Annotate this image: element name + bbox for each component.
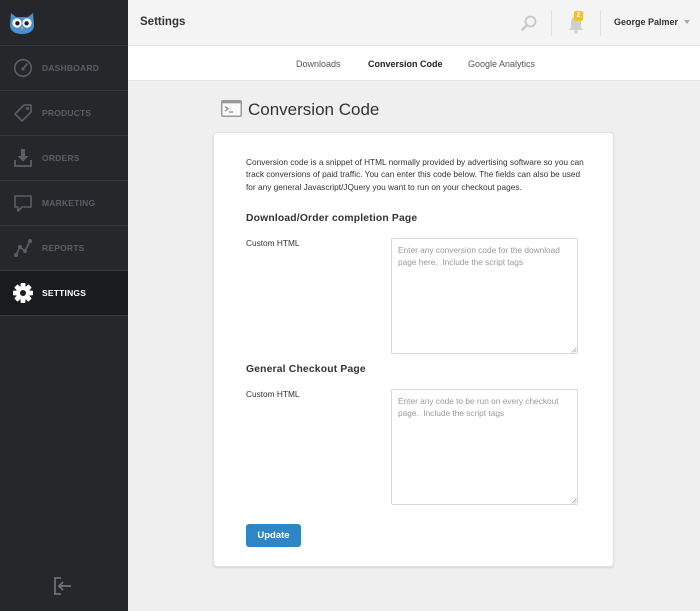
notification-badge: 2 <box>574 11 583 21</box>
tab-google-analytics[interactable]: Google Analytics <box>468 59 535 69</box>
sidebar-item-label: ORDERS <box>42 153 80 163</box>
sidebar-item-label: DASHBOARD <box>42 63 100 73</box>
user-menu[interactable]: George Palmer <box>614 17 691 27</box>
checkout-field-label: Custom HTML <box>246 389 300 399</box>
download-section-heading: Download/Order completion Page <box>246 213 418 224</box>
download-tray-icon <box>12 147 34 169</box>
logout-icon <box>54 577 71 595</box>
sidebar-item-reports[interactable]: REPORTS <box>0 225 128 270</box>
sidebar-item-label: MARKETING <box>42 198 96 208</box>
sidebar: DASHBOARD PRODUCTS ORDERS MARKETING REPO… <box>0 0 128 611</box>
update-button[interactable]: Update <box>246 524 301 547</box>
search-button[interactable] <box>520 14 538 32</box>
user-name: George Palmer <box>614 17 679 27</box>
page-title: Settings <box>140 16 186 28</box>
topbar-divider <box>551 10 552 36</box>
checkout-custom-html-input[interactable] <box>391 389 578 505</box>
sidebar-item-label: PRODUCTS <box>42 108 92 118</box>
checkout-section-heading: General Checkout Page <box>246 364 366 375</box>
download-custom-html-input[interactable] <box>391 238 578 354</box>
sidebar-item-marketing[interactable]: MARKETING <box>0 180 128 225</box>
line-graph-icon <box>12 237 34 259</box>
sidebar-item-dashboard[interactable]: DASHBOARD <box>0 45 128 90</box>
sidebar-item-label: REPORTS <box>42 243 85 253</box>
conversion-code-card: Conversion code is a snippet of HTML nor… <box>213 132 614 567</box>
sidebar-item-orders[interactable]: ORDERS <box>0 135 128 180</box>
sidebar-divider <box>0 315 128 316</box>
gear-icon <box>12 282 34 304</box>
terminal-icon <box>221 100 242 117</box>
tab-conversion-code[interactable]: Conversion Code <box>368 59 443 69</box>
logo[interactable] <box>0 0 128 45</box>
section-title: Conversion Code <box>248 100 380 119</box>
download-field-label: Custom HTML <box>246 238 300 248</box>
sidebar-item-products[interactable]: PRODUCTS <box>0 90 128 135</box>
chevron-down-icon <box>684 20 691 24</box>
topbar: Settings 2 George Palmer <box>128 0 700 46</box>
sidebar-item-settings[interactable]: SETTINGS <box>0 270 128 315</box>
search-icon <box>521 15 537 31</box>
topbar-divider <box>600 10 601 36</box>
owl-logo-icon <box>10 12 34 34</box>
settings-tabs: Downloads Conversion Code Google Analyti… <box>128 46 700 81</box>
tab-downloads[interactable]: Downloads <box>296 59 341 69</box>
price-tag-icon <box>12 102 34 124</box>
speech-bubble-icon <box>12 192 34 214</box>
intro-text: Conversion code is a snippet of HTML nor… <box>246 157 584 192</box>
resize-grip-icon[interactable] <box>571 347 577 353</box>
speedometer-icon <box>12 57 34 79</box>
resize-grip-icon[interactable] <box>571 498 577 504</box>
logout-button[interactable] <box>52 575 74 597</box>
sidebar-item-label: SETTINGS <box>42 288 87 298</box>
